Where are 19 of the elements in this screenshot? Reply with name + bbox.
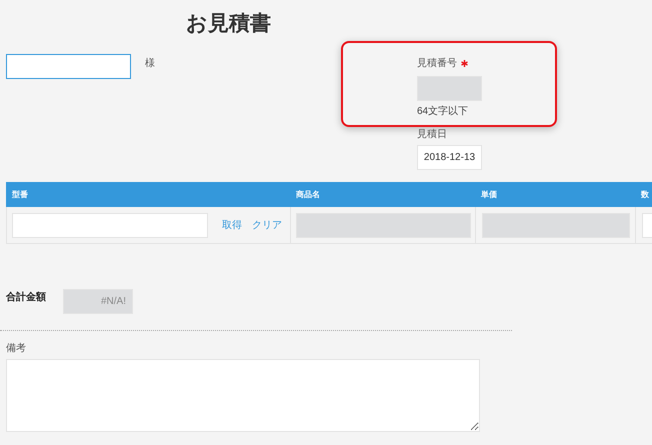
field-label: 見積日: [417, 128, 447, 142]
suffix-label: 様: [145, 56, 155, 71]
notes-label: 備考: [6, 342, 26, 356]
field-label: 見積番号: [417, 56, 457, 70]
estimate-number-field[interactable]: [417, 76, 482, 101]
column-header: 数: [641, 188, 649, 200]
part-number-field[interactable]: [12, 212, 208, 238]
total-field: #N/A!: [63, 289, 133, 314]
action-link[interactable]: 取得: [222, 218, 242, 232]
notes-field[interactable]: [6, 359, 480, 432]
total-label: 合計金額: [6, 290, 47, 305]
date-field[interactable]: 2018-12-13: [417, 145, 482, 170]
column-header: 単価: [481, 188, 497, 200]
field-hint: 64文字以下: [417, 105, 468, 119]
customer-field[interactable]: [6, 54, 131, 79]
column-header: 型番: [12, 188, 28, 200]
column-header: 商品名: [296, 188, 320, 200]
action-link[interactable]: クリア: [252, 218, 282, 232]
page-title: お見積書: [186, 11, 271, 37]
